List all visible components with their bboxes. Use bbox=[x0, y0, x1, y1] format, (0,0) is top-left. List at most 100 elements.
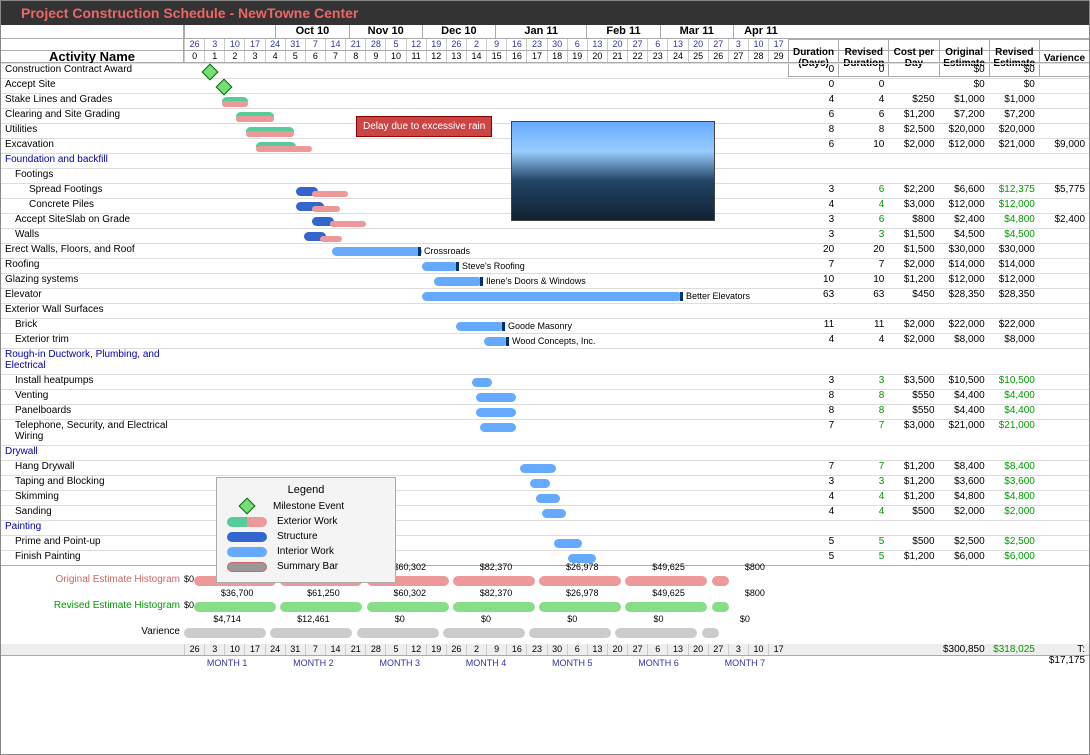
label-oe-hist: Original Estimate Histogram bbox=[1, 574, 184, 585]
month-label: MONTH 5 bbox=[529, 656, 615, 670]
gantt-bar[interactable] bbox=[476, 408, 516, 417]
gantt-bar[interactable] bbox=[542, 509, 566, 518]
task-row: Erect Walls, Floors, and RoofCrossroads2… bbox=[1, 243, 1089, 258]
task-name: Panelboards bbox=[1, 405, 184, 419]
task-row: Glazing systemsIlene's Doors & Windows10… bbox=[1, 273, 1089, 288]
task-name: Utilities bbox=[1, 124, 184, 138]
gantt-bar-revised[interactable] bbox=[312, 206, 340, 212]
task-name: Roofing bbox=[1, 259, 184, 273]
gantt-bar[interactable] bbox=[520, 464, 556, 473]
gantt-bar-revised[interactable] bbox=[222, 101, 248, 107]
gantt-bar[interactable] bbox=[472, 378, 492, 387]
gantt-bar-revised[interactable] bbox=[320, 236, 342, 242]
histogram-bar bbox=[357, 628, 439, 638]
month-label: MONTH 3 bbox=[357, 656, 443, 670]
task-row: Exterior trimWood Concepts, Inc.44$2,000… bbox=[1, 333, 1089, 348]
gantt-bar[interactable] bbox=[422, 292, 682, 301]
task-row: Prime and Point-up55$500$2,500$2,500 bbox=[1, 535, 1089, 550]
task-name: Painting bbox=[1, 521, 184, 535]
task-name: Accept Site bbox=[1, 79, 184, 93]
gantt-bar-revised[interactable] bbox=[256, 146, 312, 152]
task-name: Elevator bbox=[1, 289, 184, 303]
gantt-bar[interactable] bbox=[434, 277, 482, 286]
month-label: MONTH 7 bbox=[702, 656, 788, 670]
milestone-icon bbox=[239, 498, 256, 515]
gantt-bar-revised[interactable] bbox=[236, 116, 274, 122]
total-oe: $300,850 bbox=[939, 644, 989, 655]
task-name: Taping and Blocking bbox=[1, 476, 184, 490]
label-re-hist: Revised Estimate Histogram bbox=[1, 600, 184, 611]
exterior-swatch bbox=[227, 517, 267, 527]
task-name: Stake Lines and Grades bbox=[1, 94, 184, 108]
legend-title: Legend bbox=[227, 484, 385, 496]
task-name: Exterior trim bbox=[1, 334, 184, 348]
task-row: BrickGoode Masonry1111$2,000$22,000$22,0… bbox=[1, 318, 1089, 333]
task-row: Drywall bbox=[1, 445, 1089, 460]
histogram-bar bbox=[453, 576, 535, 586]
task-name: Venting bbox=[1, 390, 184, 404]
task-name: Finish Painting bbox=[1, 551, 184, 565]
milestone-icon bbox=[216, 79, 233, 96]
building-photo bbox=[511, 121, 715, 221]
resource-tag: Better Elevators bbox=[686, 291, 750, 301]
month-mar: Mar 11 bbox=[660, 25, 733, 38]
histogram-bar bbox=[270, 628, 352, 638]
gantt-bar[interactable] bbox=[480, 423, 516, 432]
interior-swatch bbox=[227, 547, 267, 557]
task-name: Prime and Point-up bbox=[1, 536, 184, 550]
gantt-bar[interactable] bbox=[530, 479, 550, 488]
task-row: Walls33$1,500$4,500$4,500 bbox=[1, 228, 1089, 243]
task-name: Foundation and backfill bbox=[1, 154, 184, 168]
delay-callout: Delay due to excessive rain bbox=[356, 116, 492, 137]
gantt-bar[interactable] bbox=[554, 539, 582, 548]
task-name: Concrete Piles bbox=[1, 199, 184, 213]
task-name: Install heatpumps bbox=[1, 375, 184, 389]
task-row: Exterior Wall Surfaces bbox=[1, 303, 1089, 318]
task-row: Skimming44$1,200$4,800$4,800 bbox=[1, 490, 1089, 505]
total-var: T: $17,175 bbox=[1039, 644, 1089, 655]
gantt-bar[interactable] bbox=[484, 337, 508, 346]
task-row: Taping and Blocking33$1,200$3,600$3,600 bbox=[1, 475, 1089, 490]
month-apr: Apr 11 bbox=[733, 25, 788, 38]
task-row: Telephone, Security, and Electrical Wiri… bbox=[1, 419, 1089, 445]
task-name: Walls bbox=[1, 229, 184, 243]
label-var-hist: Varience bbox=[1, 626, 184, 637]
histogram-bar bbox=[539, 602, 621, 612]
task-name: Footings bbox=[1, 169, 184, 183]
resource-tag: Ilene's Doors & Windows bbox=[486, 276, 586, 286]
gantt-bar[interactable] bbox=[476, 393, 516, 402]
gantt-bar-revised[interactable] bbox=[312, 191, 348, 197]
task-row: Install heatpumps33$3,500$10,500$10,500 bbox=[1, 374, 1089, 389]
histogram-bar bbox=[453, 602, 535, 612]
histogram-bar bbox=[367, 602, 449, 612]
histogram-bar bbox=[625, 602, 707, 612]
task-name: Erect Walls, Floors, and Roof bbox=[1, 244, 184, 258]
resource-tag: Steve's Roofing bbox=[462, 261, 525, 271]
month-nov: Nov 10 bbox=[349, 25, 422, 38]
task-name: Brick bbox=[1, 319, 184, 333]
histogram-bar bbox=[625, 576, 707, 586]
task-name: Excavation bbox=[1, 139, 184, 153]
page-title: Project Construction Schedule - NewTowne… bbox=[1, 1, 1089, 25]
gantt-bar[interactable] bbox=[422, 262, 458, 271]
task-name: Drywall bbox=[1, 446, 184, 460]
month-label: MONTH 1 bbox=[184, 656, 270, 670]
task-name: Exterior Wall Surfaces bbox=[1, 304, 184, 318]
task-name: Sanding bbox=[1, 506, 184, 520]
summary-swatch bbox=[227, 562, 267, 572]
histogram-bar bbox=[702, 628, 719, 638]
histogram-bar bbox=[712, 576, 729, 586]
task-name: Accept SiteSlab on Grade bbox=[1, 214, 184, 228]
task-row: Finish Painting55$1,200$6,000$6,000 bbox=[1, 550, 1089, 565]
task-name: Hang Drywall bbox=[1, 461, 184, 475]
gantt-bar[interactable] bbox=[536, 494, 560, 503]
gantt-bar-revised[interactable] bbox=[246, 131, 294, 137]
gantt-bar[interactable] bbox=[332, 247, 422, 256]
task-row: ElevatorBetter Elevators6363$450$28,350$… bbox=[1, 288, 1089, 303]
month-label: MONTH 2 bbox=[270, 656, 356, 670]
gantt-bar[interactable] bbox=[456, 322, 504, 331]
histogram-bar bbox=[615, 628, 697, 638]
task-name: Clearing and Site Grading bbox=[1, 109, 184, 123]
month-oct: Oct 10 bbox=[275, 25, 348, 38]
gantt-bar-revised[interactable] bbox=[330, 221, 366, 227]
